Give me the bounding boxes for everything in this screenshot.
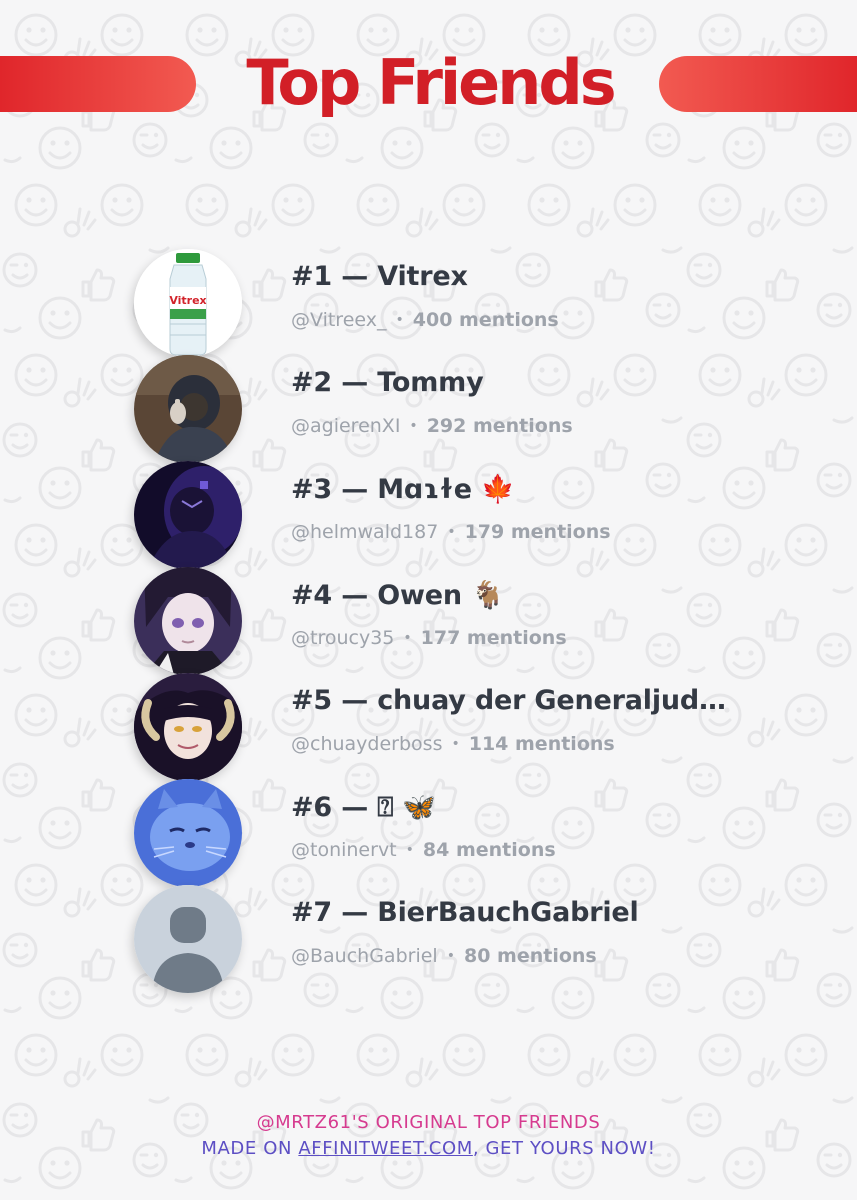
page-title: Top Friends bbox=[246, 46, 616, 119]
avatar-anime-character bbox=[134, 567, 242, 675]
mentions-count: 177 mentions bbox=[420, 627, 567, 649]
friend-handle[interactable]: @toninervt bbox=[291, 839, 397, 861]
friend-handle[interactable]: @troucy35 bbox=[291, 627, 394, 649]
friend-name: #3 — Mɑɿɫe 🍁 bbox=[291, 474, 515, 505]
friend-meta: @helmwald187 • 179 mentions bbox=[291, 521, 611, 543]
friend-handle[interactable]: @BauchGabriel bbox=[291, 945, 438, 967]
friend-row-6[interactable]: #6 — ⍰ 🦋 @toninervt • 84 mentions bbox=[0, 775, 857, 887]
friend-meta: @BauchGabriel • 80 mentions bbox=[291, 945, 597, 967]
header-right-bar bbox=[659, 56, 857, 112]
friend-name: #6 — ⍰ 🦋 bbox=[291, 792, 436, 823]
friend-name: #7 — BierBauchGabriel bbox=[291, 897, 639, 928]
avatar-water-bottle: Vitrex bbox=[134, 249, 242, 357]
friend-row-1[interactable]: Vitrex #1 — Vitrex @Vitreex_ • 400 mention… bbox=[0, 245, 857, 357]
friend-meta: @chuayderboss • 114 mentions bbox=[291, 733, 615, 755]
friend-meta: @toninervt • 84 mentions bbox=[291, 839, 556, 861]
mentions-count: 179 mentions bbox=[464, 521, 611, 543]
avatar-hooded-person bbox=[134, 355, 242, 463]
affinitweet-link[interactable]: AFFINITWEET.COM bbox=[298, 1138, 473, 1159]
friend-meta: @Vitreex_ • 400 mentions bbox=[291, 309, 559, 331]
footer-credit: @MRTZ61'S ORIGINAL TOP FRIENDS bbox=[256, 1112, 601, 1133]
friend-meta: @troucy35 • 177 mentions bbox=[291, 627, 567, 649]
friend-row-7[interactable]: #7 — BierBauchGabriel @BauchGabriel • 80 m… bbox=[0, 881, 857, 993]
header-left-bar bbox=[0, 56, 196, 112]
friend-handle[interactable]: @helmwald187 bbox=[291, 521, 438, 543]
footer-cta: MADE ON AFFINITWEET.COM, GET YOURS NOW! bbox=[201, 1138, 656, 1159]
friend-name: #4 — Owen 🐐 bbox=[291, 580, 505, 611]
avatar-default-user-icon bbox=[134, 885, 242, 993]
mentions-count: 400 mentions bbox=[412, 309, 559, 331]
svg-text:Vitrex: Vitrex bbox=[169, 294, 206, 307]
header: Top Friends bbox=[0, 46, 857, 120]
avatar-dark-purple-figure bbox=[134, 461, 242, 569]
friend-row-3[interactable]: #3 — Mɑɿɫe 🍁 @helmwald187 • 179 mentions bbox=[0, 457, 857, 569]
friend-handle[interactable]: @Vitreex_ bbox=[291, 309, 387, 331]
mentions-count: 80 mentions bbox=[463, 945, 597, 967]
friend-name: #5 — chuay der Generaljud… bbox=[291, 685, 726, 716]
friend-meta: @agierenXI • 292 mentions bbox=[291, 415, 573, 437]
friend-name: #1 — Vitrex bbox=[291, 261, 468, 292]
friend-row-2[interactable]: #2 — Tommy @agierenXI • 292 mentions bbox=[0, 351, 857, 463]
friend-row-5[interactable]: #5 — chuay der Generaljud… @chuayderboss… bbox=[0, 669, 857, 781]
friend-row-4[interactable]: #4 — Owen 🐐 @troucy35 • 177 mentions bbox=[0, 563, 857, 675]
friend-handle[interactable]: @agierenXI bbox=[291, 415, 400, 437]
mentions-count: 292 mentions bbox=[426, 415, 573, 437]
friend-handle[interactable]: @chuayderboss bbox=[291, 733, 442, 755]
mentions-count: 114 mentions bbox=[468, 733, 615, 755]
avatar-anime-horned-character bbox=[134, 673, 242, 781]
mentions-count: 84 mentions bbox=[422, 839, 556, 861]
footer: @MRTZ61'S ORIGINAL TOP FRIENDS MADE ON A… bbox=[0, 1110, 857, 1162]
friend-name: #2 — Tommy bbox=[291, 367, 484, 398]
avatar-blue-cat bbox=[134, 779, 242, 887]
